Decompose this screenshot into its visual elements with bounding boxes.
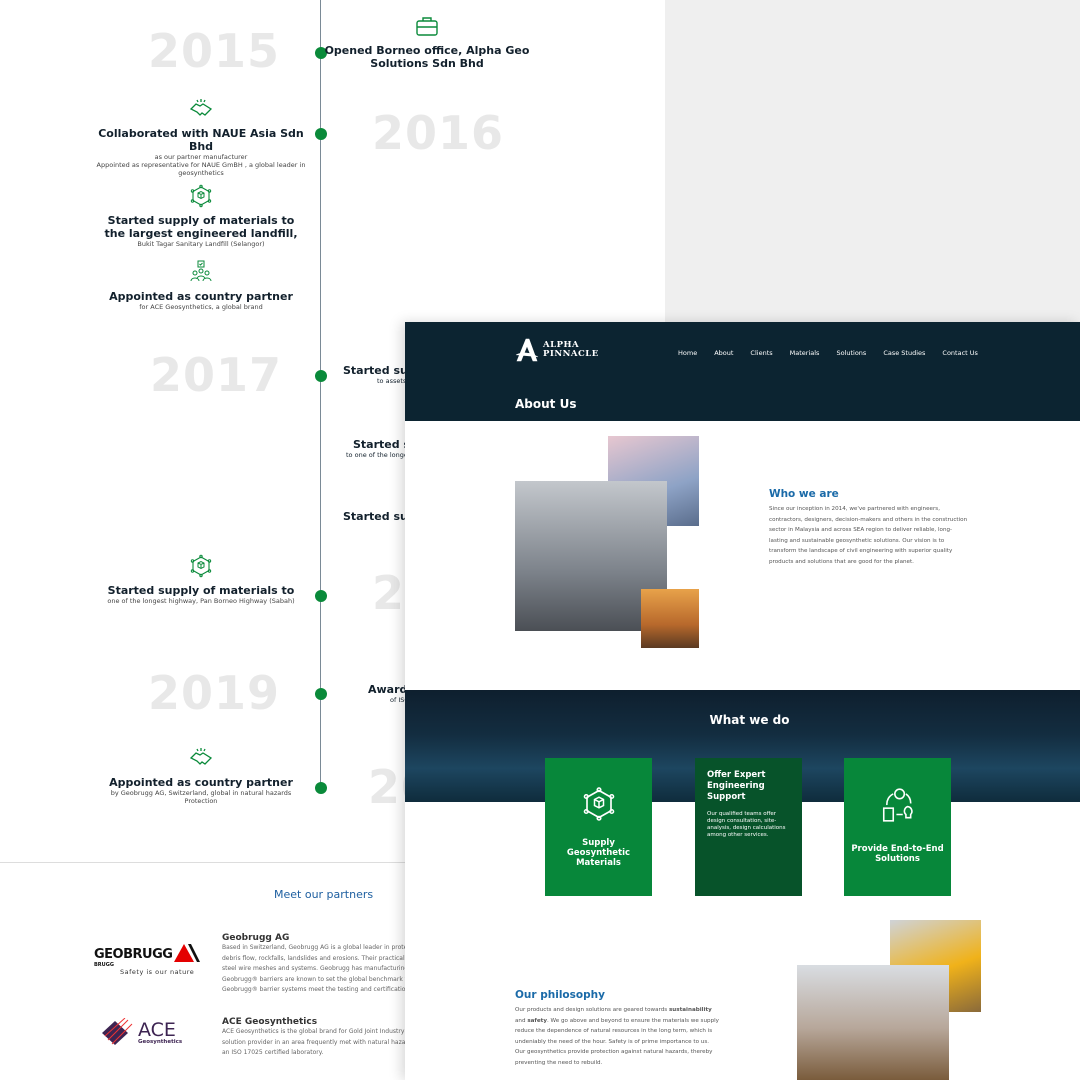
nav-materials[interactable]: Materials [790,349,820,357]
gear-cycle-icon [879,786,917,824]
photo-workers [797,965,949,1080]
partner-geobrugg: Geobrugg AG Based in Switzerland, Geobru… [222,933,419,993]
timeline-event: Collaborated with NAUE Asia Sdn Bhd as o… [96,97,306,177]
year-label: 2015 [148,24,281,78]
timeline-event: Award of ISO [368,683,410,704]
year-label: 2017 [150,348,283,402]
timeline-line [320,0,321,790]
nav-contact[interactable]: Contact Us [942,349,978,357]
partner-ace: ACE Geosynthetics ACE Geosynthetics is t… [222,1017,415,1056]
about-page: ALPHA PINNACLE Home About Clients Materia… [405,322,1080,1080]
team-check-icon [189,260,213,284]
geobrugg-triangle-icon [174,944,201,962]
main-nav: Home About Clients Materials Solutions C… [678,349,978,357]
philosophy-text: Our products and design solutions are ge… [515,1007,719,1066]
timeline-dot [315,370,327,382]
ace-logo: ACE Geosynthetics [100,1018,182,1048]
page-title: About Us [515,397,577,411]
ace-mark-icon [102,1018,133,1045]
timeline-dot [315,782,327,794]
briefcase-icon [415,14,439,38]
handshake-icon [189,97,213,121]
philosophy-title: Our philosophy [515,989,605,1001]
nav-home[interactable]: Home [678,349,697,357]
box-network-icon [189,184,213,208]
nav-about[interactable]: About [714,349,733,357]
photo-sunset-site [641,589,699,648]
partners-title: Meet our partners [274,888,374,901]
who-text: Since our inception in 2014, we've partn… [769,506,968,565]
card-solutions[interactable]: Provide End-to-End Solutions [844,758,951,896]
geobrugg-logo: GEOBRUGG BRUGG Safety is our nature [94,944,201,976]
card-engineering[interactable]: Offer Expert Engineering Support Our qua… [695,758,802,896]
timeline-event: Appointed as country partner for ACE Geo… [96,260,306,311]
box-network-icon [189,554,213,578]
handshake-icon [189,746,213,770]
timeline-dot [315,688,327,700]
timeline-dot [315,128,327,140]
timeline-event: Started supply of materials to one of th… [96,554,306,605]
alpha-logo-icon [515,338,539,362]
timeline-event: Appointed as country partner by Geobrugg… [96,746,306,805]
timeline-event: Opened Borneo office, Alpha Geo Solution… [322,14,532,70]
card-supply[interactable]: Supply Geosynthetic Materials [545,758,652,896]
site-header [405,322,1080,421]
site-logo[interactable]: ALPHA PINNACLE [515,338,599,362]
nav-case-studies[interactable]: Case Studies [883,349,925,357]
nav-solutions[interactable]: Solutions [836,349,866,357]
box-network-icon [581,786,617,822]
who-title: Who we are [769,488,839,500]
timeline-dot [315,590,327,602]
timeline-event: Started supply of materials to the large… [96,184,306,248]
year-label: 2016 [372,106,505,160]
what-title: What we do [709,713,790,727]
year-label: 2019 [148,666,281,720]
nav-clients[interactable]: Clients [750,349,772,357]
